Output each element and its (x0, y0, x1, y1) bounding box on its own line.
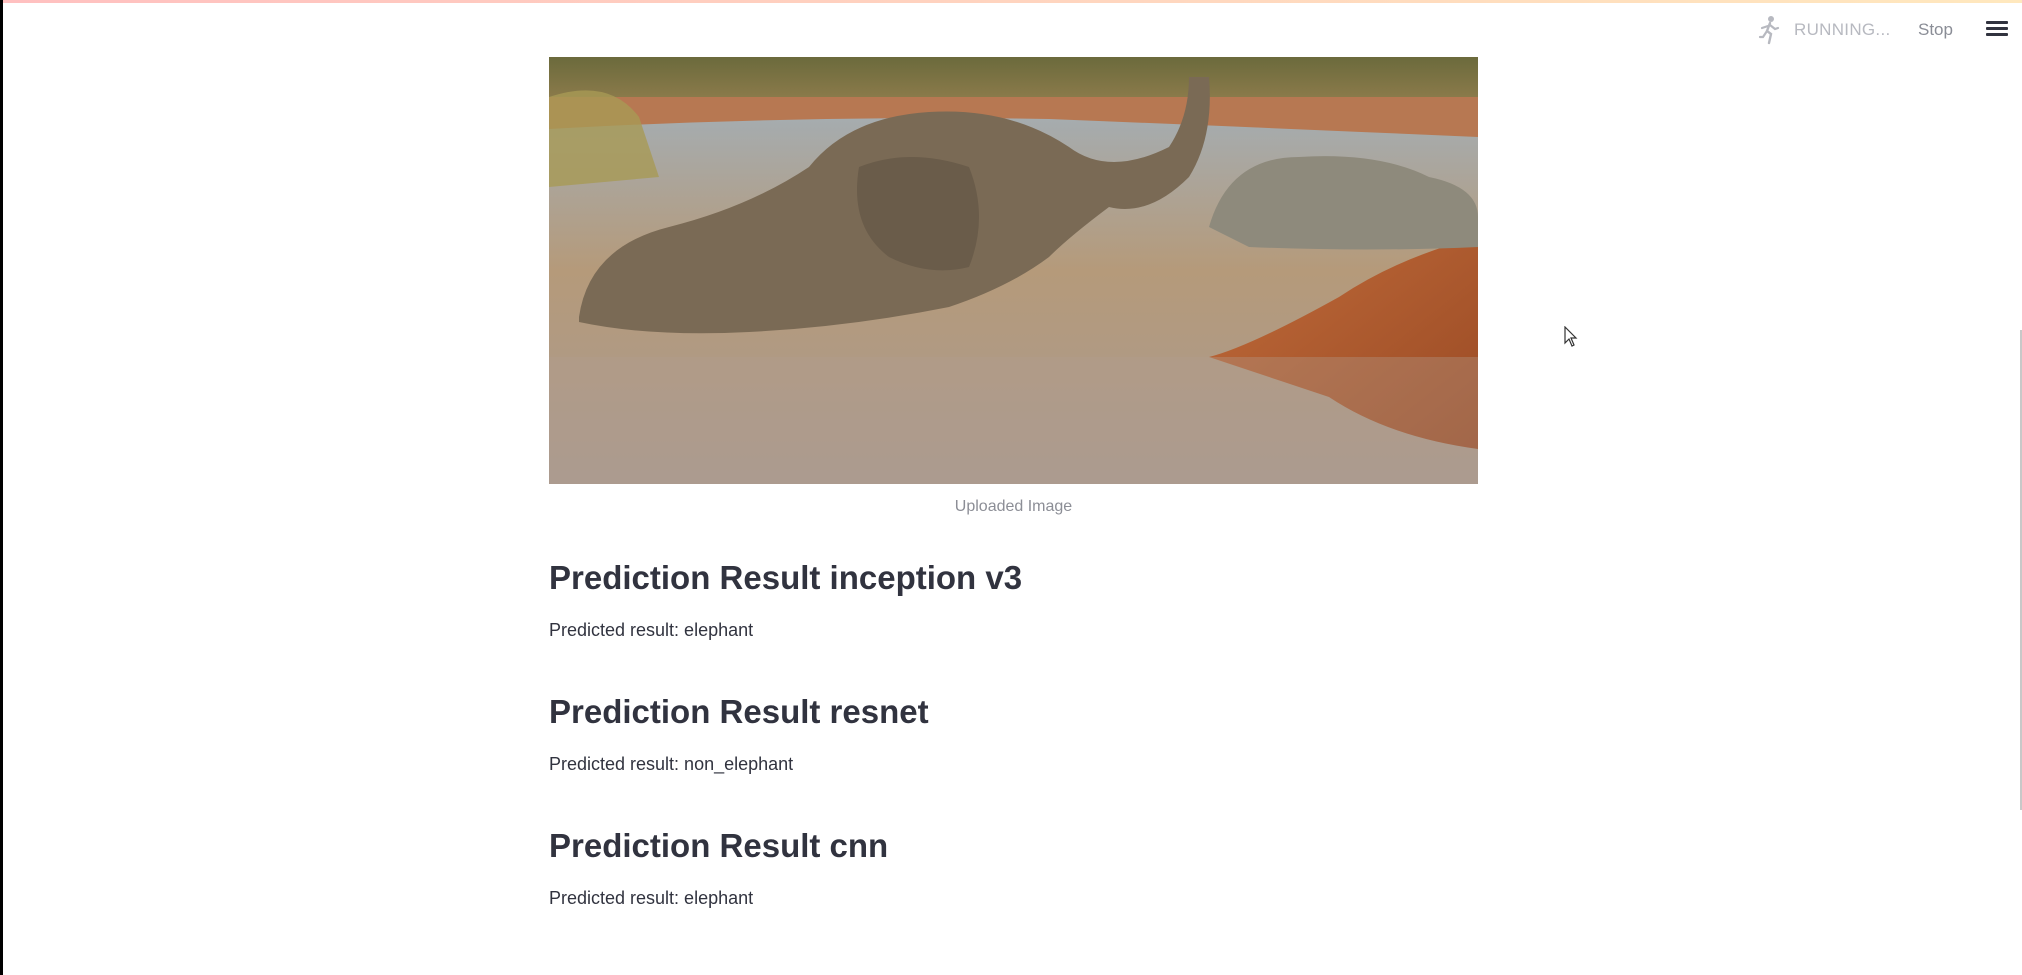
result-cnn: Prediction Result cnn Predicted result: … (549, 822, 1478, 914)
result-text-inception: Predicted result: elephant (549, 620, 754, 640)
top-decoration-bar (0, 0, 2022, 3)
result-inception: Prediction Result inception v3 Predicted… (549, 554, 1478, 646)
status-widget: RUNNING... Stop (1756, 14, 1953, 46)
result-text-cnn: Predicted result: elephant (549, 888, 754, 908)
result-heading-resnet: Prediction Result resnet (549, 693, 929, 730)
uploaded-image (549, 57, 1478, 484)
result-text-resnet: Predicted result: non_elephant (549, 754, 794, 774)
mouse-cursor-icon (1564, 326, 1578, 347)
stop-button[interactable]: Stop (1918, 20, 1953, 40)
image-caption: Uploaded Image (954, 498, 1073, 515)
result-heading-inception: Prediction Result inception v3 (549, 559, 1023, 596)
result-heading-cnn: Prediction Result cnn (549, 827, 889, 864)
result-resnet: Prediction Result resnet Predicted resul… (549, 688, 1478, 780)
hamburger-menu-icon[interactable] (1986, 18, 2008, 40)
main-content: Uploaded Image Prediction Result incepti… (549, 57, 1478, 914)
running-person-icon (1756, 15, 1782, 45)
running-status-label: RUNNING... (1794, 20, 1891, 39)
window-left-edge (0, 0, 3, 975)
